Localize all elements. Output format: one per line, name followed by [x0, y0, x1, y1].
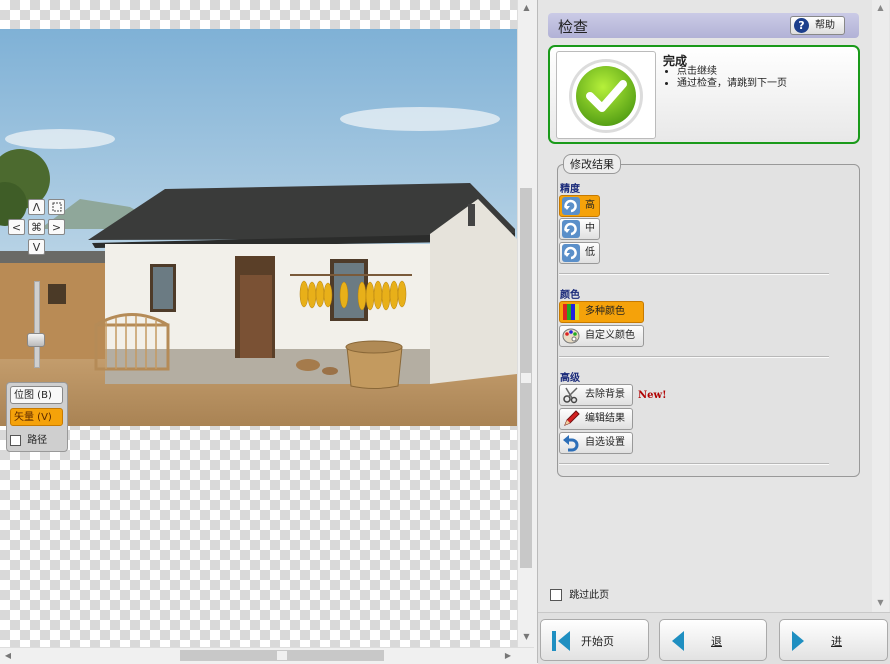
- edit-result-label: 编辑结果: [585, 413, 625, 424]
- help-label: 帮助: [815, 20, 835, 31]
- skip-page-checkbox[interactable]: [550, 589, 562, 601]
- path-checkbox[interactable]: [10, 434, 21, 446]
- start-page-label: 开始页: [581, 635, 614, 648]
- page-title: 检查: [558, 18, 589, 36]
- pan-down-button[interactable]: V: [28, 239, 45, 255]
- precision-high-label: 高: [585, 200, 595, 211]
- pan-center-button[interactable]: ⌘: [28, 219, 45, 235]
- panel-title-bar: 检查 ? 帮助: [548, 13, 859, 38]
- scroll-up-arrow-icon[interactable]: ▲: [518, 0, 535, 16]
- status-image: [556, 51, 656, 139]
- edit-result-button[interactable]: 编辑结果: [559, 408, 633, 430]
- remove-background-button[interactable]: 去除背景: [559, 384, 633, 406]
- section-divider: [559, 356, 829, 358]
- custom-color-button[interactable]: 自定义颜色: [559, 325, 644, 347]
- color-heading: 颜色: [560, 290, 580, 301]
- section-divider: [559, 463, 829, 465]
- wizard-panel: 检查 ? 帮助 完成 点击继续 通过检查，请跳到: [537, 0, 890, 664]
- new-badge: New!: [638, 390, 667, 401]
- canvas-hscroll-grip: [277, 651, 287, 660]
- back-label: 退: [711, 635, 722, 648]
- pan-up-button[interactable]: Λ: [28, 199, 45, 215]
- precision-low-label: 低: [585, 247, 595, 258]
- section-divider: [559, 273, 829, 275]
- custom-settings-label: 自选设置: [585, 437, 625, 448]
- pencil-icon: [564, 410, 580, 426]
- skip-page-label: 跳过此页: [569, 590, 610, 601]
- zoom-slider-thumb[interactable]: [27, 333, 45, 347]
- path-option[interactable]: 路径: [10, 431, 47, 446]
- arrow-left-icon: [672, 631, 684, 651]
- multi-color-label: 多种颜色: [585, 306, 625, 317]
- checkmark-icon: [569, 59, 643, 133]
- arrow-right-icon: [792, 631, 804, 651]
- help-button[interactable]: ? 帮助: [790, 16, 845, 35]
- refresh-icon: [562, 244, 580, 262]
- precision-high-button[interactable]: 高: [559, 195, 600, 217]
- modify-results-legend: 修改结果: [563, 154, 621, 174]
- scroll-left-arrow-icon[interactable]: ◀: [0, 648, 16, 664]
- help-icon: ?: [794, 18, 809, 33]
- pan-left-button[interactable]: <: [8, 219, 25, 235]
- next-button[interactable]: 进: [779, 619, 888, 661]
- scroll-down-arrow-icon[interactable]: ▼: [518, 629, 535, 645]
- preview-image: [0, 29, 517, 426]
- fit-view-icon[interactable]: [48, 199, 65, 215]
- palette-icon: [562, 328, 580, 344]
- canvas-horizontal-scrollbar[interactable]: ◀ ▶: [0, 647, 534, 664]
- next-label: 进: [831, 635, 842, 648]
- status-bullet: 点击继续: [677, 66, 787, 78]
- canvas-vertical-scrollbar[interactable]: ▲ ▼: [517, 0, 535, 647]
- view-mode-panel: 位图 (B) 矢量 (V) 路径: [6, 382, 68, 452]
- undo-arrow-icon: [563, 435, 579, 452]
- status-bullet: 通过检查，请跳到下一页: [677, 78, 787, 90]
- path-label: 路径: [27, 435, 48, 446]
- canvas-vscroll-grip: [521, 373, 531, 383]
- custom-settings-button[interactable]: 自选设置: [559, 432, 633, 454]
- precision-medium-button[interactable]: 中: [559, 218, 600, 240]
- vector-mode-button[interactable]: 矢量 (V): [10, 408, 63, 426]
- precision-medium-label: 中: [585, 223, 595, 234]
- refresh-icon: [562, 197, 580, 215]
- skip-to-start-icon: [552, 631, 570, 651]
- precision-low-button[interactable]: 低: [559, 242, 600, 264]
- precision-heading: 精度: [560, 184, 580, 195]
- custom-color-label: 自定义颜色: [585, 330, 635, 341]
- panel-scrollbar[interactable]: ▲ ▼: [872, 0, 889, 612]
- skip-page-option[interactable]: 跳过此页: [550, 586, 609, 601]
- scroll-down-arrow-icon[interactable]: ▼: [872, 595, 889, 611]
- multi-color-button[interactable]: 多种颜色: [559, 301, 644, 323]
- advanced-heading: 高级: [560, 373, 580, 384]
- image-canvas[interactable]: Λ < ⌘ > V 位图 (B) 矢量 (V) 路径: [0, 0, 517, 647]
- scroll-right-arrow-icon[interactable]: ▶: [500, 648, 516, 664]
- scroll-up-arrow-icon[interactable]: ▲: [872, 0, 889, 16]
- back-button[interactable]: 退: [659, 619, 767, 661]
- scissors-icon: [563, 387, 578, 404]
- status-box: 完成 点击继续 通过检查，请跳到下一页: [548, 45, 860, 144]
- start-page-button[interactable]: 开始页: [540, 619, 649, 661]
- bitmap-mode-button[interactable]: 位图 (B): [10, 386, 63, 404]
- wizard-nav-bar: 开始页 退 进: [538, 612, 890, 664]
- pan-right-button[interactable]: >: [48, 219, 65, 235]
- status-bullets: 点击继续 通过检查，请跳到下一页: [655, 66, 787, 90]
- remove-background-label: 去除背景: [585, 389, 625, 400]
- zoom-slider-track[interactable]: [34, 281, 40, 368]
- refresh-icon: [562, 220, 580, 238]
- color-bars-icon: [563, 304, 579, 320]
